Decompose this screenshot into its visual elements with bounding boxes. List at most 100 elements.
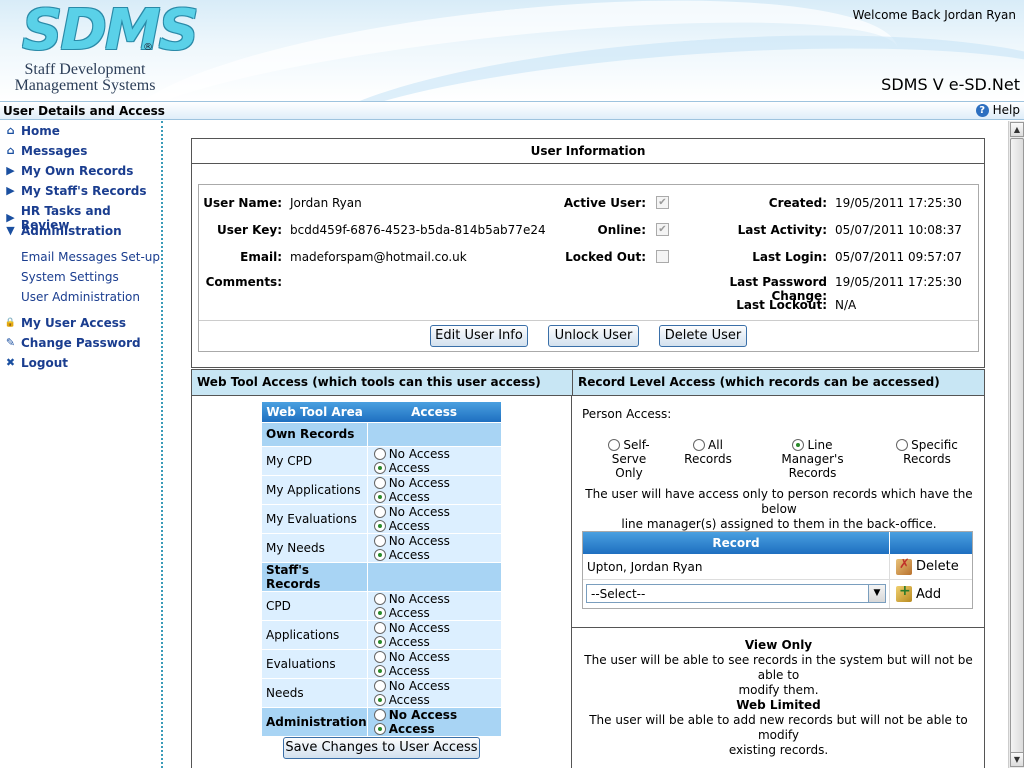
sidebar: ⌂ Home ⌂ Messages ▶ My Own Records ▶ My … bbox=[0, 121, 162, 768]
tool-area-label: CPD bbox=[262, 591, 368, 621]
tool-area-label: My CPD bbox=[262, 446, 368, 476]
delete-user-button[interactable]: Delete User bbox=[659, 325, 747, 347]
access-radio[interactable]: Access bbox=[373, 606, 430, 620]
sidebar-item-logout[interactable]: ✖ Logout bbox=[4, 356, 68, 370]
user-name-value: Jordan Ryan bbox=[290, 196, 362, 210]
locked-out-label: Locked Out: bbox=[565, 250, 646, 264]
column-header-record: Record bbox=[583, 532, 890, 554]
created-label: Created: bbox=[768, 196, 827, 210]
radio-button-icon bbox=[373, 534, 386, 547]
no-access-radio[interactable]: No Access bbox=[373, 534, 450, 548]
radio-button-icon bbox=[896, 439, 909, 451]
radio-button-icon bbox=[373, 708, 386, 721]
delete-record-button[interactable]: ✗ Delete bbox=[890, 554, 972, 579]
user-name-label: User Name: bbox=[203, 196, 282, 210]
person-access-option-all-records[interactable]: All Records bbox=[683, 438, 733, 466]
person-access-option-line-manager[interactable]: Line Manager's Records bbox=[760, 438, 865, 480]
no-access-radio[interactable]: No Access bbox=[373, 708, 457, 722]
last-activity-value: 05/07/2011 10:08:37 bbox=[835, 223, 962, 237]
arrow-right-icon: ▶ bbox=[6, 211, 15, 224]
unlock-user-button[interactable]: Unlock User bbox=[548, 325, 639, 347]
radio-button-icon bbox=[373, 490, 386, 503]
radio-label: Access bbox=[388, 634, 430, 649]
scroll-up-icon[interactable]: ▲ bbox=[1010, 122, 1024, 137]
page-title: User Details and Access bbox=[3, 104, 165, 118]
arrow-down-icon: ▼ bbox=[6, 224, 15, 237]
column-header-web-tool-area: Web Tool Area bbox=[262, 402, 368, 423]
radio-label: Access bbox=[388, 692, 430, 707]
no-access-radio[interactable]: No Access bbox=[373, 591, 450, 606]
radio-button-icon bbox=[373, 592, 386, 605]
radio-button-icon bbox=[373, 447, 386, 460]
sidebar-item-label: Change Password bbox=[21, 336, 141, 350]
radio-label: No Access bbox=[388, 591, 450, 606]
no-access-radio[interactable]: No Access bbox=[373, 446, 450, 461]
radio-button-icon bbox=[373, 461, 386, 474]
sidebar-item-home[interactable]: ⌂ Home bbox=[4, 124, 60, 138]
tool-area-label: My Applications bbox=[262, 475, 368, 505]
created-value: 19/05/2011 17:25:30 bbox=[835, 196, 962, 210]
access-radio[interactable]: Access bbox=[373, 519, 430, 533]
record-table: Record Upton, Jordan Ryan ✗ Delete --Sel… bbox=[582, 531, 973, 609]
sidebar-item-messages[interactable]: ⌂ Messages bbox=[4, 144, 88, 158]
last-lockout-value: N/A bbox=[835, 298, 857, 312]
table-row: Administration No Access Access bbox=[262, 707, 501, 737]
option-label: Records bbox=[788, 466, 837, 480]
sidebar-item-my-own-records[interactable]: ▶ My Own Records bbox=[4, 164, 133, 178]
logo-subtitle: Staff Development Management Systems bbox=[10, 62, 160, 94]
no-access-radio[interactable]: No Access bbox=[373, 621, 450, 635]
help-link[interactable]: ? Help bbox=[975, 103, 1020, 117]
add-record-button[interactable]: + Add bbox=[890, 580, 972, 608]
record-select-dropdown[interactable]: --Select-- ▼ bbox=[586, 584, 886, 603]
description-line: The user will have access only to person… bbox=[585, 487, 973, 516]
user-key-label: User Key: bbox=[217, 223, 282, 237]
sidebar-item-my-user-access[interactable]: 🔒 My User Access bbox=[4, 316, 126, 330]
welcome-message: Welcome Back Jordan Ryan bbox=[852, 8, 1016, 22]
access-radio[interactable]: Access bbox=[373, 461, 430, 475]
person-access-option-self-serve[interactable]: Self-Serve Only bbox=[594, 438, 664, 480]
no-access-radio[interactable]: No Access bbox=[373, 505, 450, 519]
column-header-actions bbox=[890, 532, 972, 554]
access-level-notes: View Only The user will be able to see r… bbox=[572, 627, 985, 768]
person-access-option-specific[interactable]: Specific Records bbox=[893, 438, 961, 466]
tool-area-label: My Evaluations bbox=[262, 504, 368, 534]
sidebar-item-change-password[interactable]: ✎ Change Password bbox=[4, 336, 141, 350]
sidebar-subitem-system-settings[interactable]: System Settings bbox=[21, 270, 119, 284]
radio-button-icon bbox=[608, 439, 621, 451]
tool-area-label: Needs bbox=[262, 678, 368, 708]
online-checkbox: ✔ bbox=[656, 223, 669, 236]
no-access-radio[interactable]: No Access bbox=[373, 649, 450, 664]
description-line: existing records. bbox=[728, 743, 829, 757]
sidebar-subitem-email-messages[interactable]: Email Messages Set-up bbox=[21, 250, 160, 264]
sidebar-subitem-user-administration[interactable]: User Administration bbox=[21, 290, 140, 304]
logo-registered-mark: ® bbox=[143, 42, 153, 53]
scrollbar-thumb[interactable] bbox=[1010, 138, 1024, 756]
access-radio[interactable]: Access bbox=[373, 722, 435, 736]
column-header-access: Access bbox=[367, 402, 501, 423]
last-activity-label: Last Activity: bbox=[737, 223, 827, 237]
save-changes-button[interactable]: Save Changes to User Access bbox=[283, 737, 480, 759]
edit-user-info-button[interactable]: Edit User Info bbox=[430, 325, 528, 347]
email-value: madeforspam@hotmail.co.uk bbox=[290, 250, 467, 264]
page-header: SDMS ® Staff Development Management Syst… bbox=[0, 0, 1024, 101]
radio-label: No Access bbox=[388, 446, 450, 461]
sidebar-item-my-staffs-records[interactable]: ▶ My Staff's Records bbox=[4, 184, 146, 198]
radio-label: No Access bbox=[388, 649, 450, 664]
home-icon: ⌂ bbox=[6, 124, 15, 137]
scroll-down-icon[interactable]: ▼ bbox=[1010, 752, 1024, 767]
sidebar-item-administration[interactable]: ▼ Administration bbox=[4, 224, 121, 238]
help-label: Help bbox=[992, 103, 1020, 117]
user-info-title: User Information bbox=[191, 138, 985, 164]
no-access-radio[interactable]: No Access bbox=[373, 679, 450, 693]
sidebar-item-label: Logout bbox=[21, 356, 69, 370]
access-radio[interactable]: Access bbox=[373, 692, 430, 707]
access-radio[interactable]: Access bbox=[373, 548, 430, 562]
access-radio[interactable]: Access bbox=[373, 664, 430, 678]
vertical-scrollbar[interactable]: ▲ ▼ bbox=[1008, 121, 1024, 768]
access-radio[interactable]: Access bbox=[373, 634, 430, 649]
divider bbox=[199, 320, 978, 321]
access-radio[interactable]: Access bbox=[373, 490, 430, 504]
table-row: --Select-- ▼ + Add bbox=[583, 580, 972, 608]
no-access-radio[interactable]: No Access bbox=[373, 476, 450, 490]
table-row: Evaluations No Access Access bbox=[262, 649, 501, 679]
